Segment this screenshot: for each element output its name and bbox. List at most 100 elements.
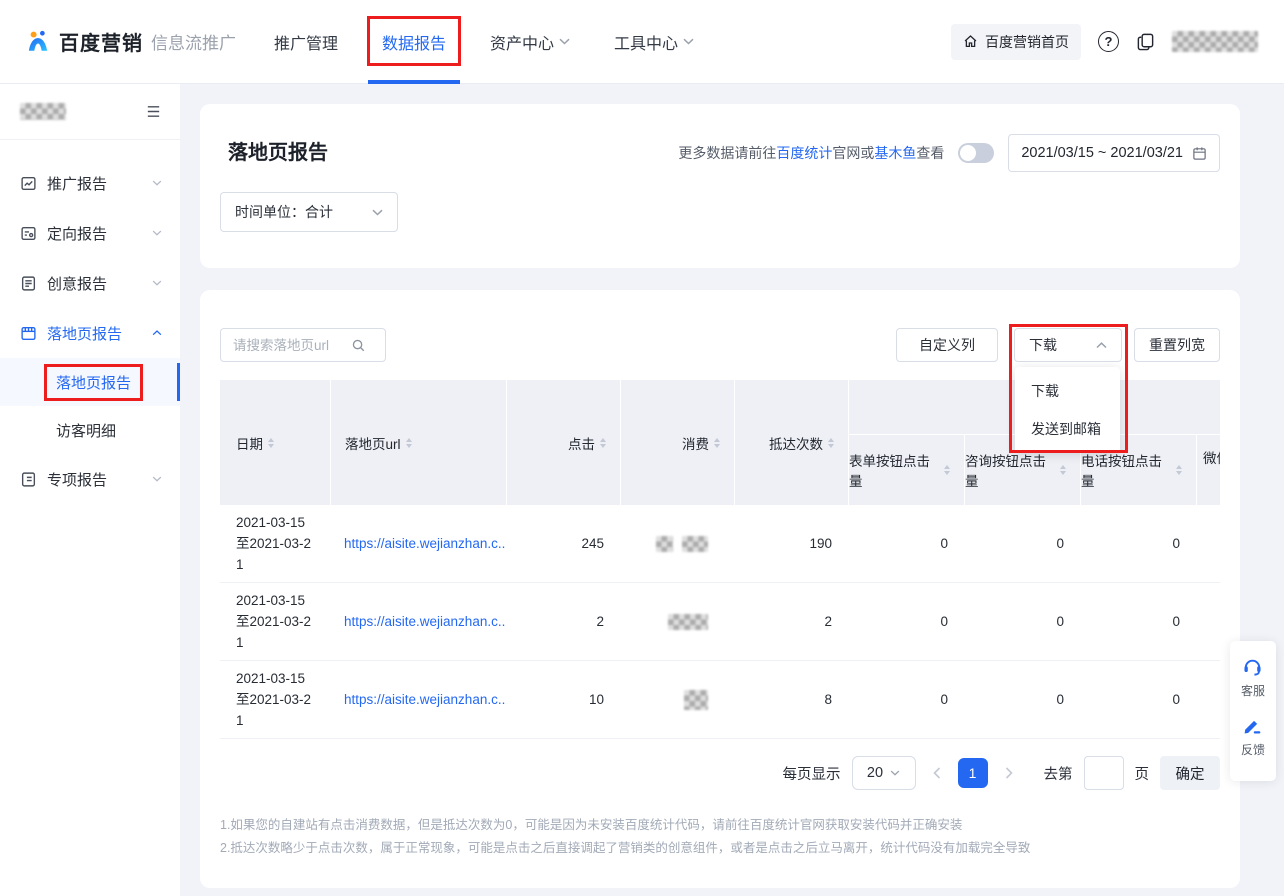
prev-page-button[interactable] xyxy=(927,767,947,779)
cell-clicks: 245 xyxy=(506,536,620,551)
more-data-notice: 更多数据请前往百度统计官网或基木鱼查看 xyxy=(678,143,944,163)
customer-service-button[interactable]: 客服 xyxy=(1241,654,1265,699)
page-unit-label: 页 xyxy=(1135,763,1150,784)
table-row: 2021-03-15至2021-03-21 https://aisite.wej… xyxy=(220,505,1220,583)
headset-icon xyxy=(1241,654,1264,677)
page-title: 落地页报告 xyxy=(228,136,328,165)
data-source-toggle[interactable] xyxy=(958,143,994,163)
chevron-down-icon xyxy=(152,230,162,236)
marketing-home-button[interactable]: 百度营销首页 xyxy=(951,24,1081,60)
sidebar: 推广报告 定向报告 创意报告 xyxy=(0,84,180,896)
sidebar-item-promotion-report[interactable]: 推广报告 xyxy=(0,158,180,208)
cell-url-link[interactable]: https://aisite.wejianzhan.c... xyxy=(330,692,506,707)
cell-cost-masked xyxy=(620,536,734,552)
report-header-card: 落地页报告 更多数据请前往百度统计官网或基木鱼查看 2021/03/15 ~ 2… xyxy=(200,104,1240,268)
sidebar-item-landing-report[interactable]: 落地页报告 xyxy=(0,308,180,358)
landing-report-icon xyxy=(20,325,37,342)
cell-form-clicks: 0 xyxy=(848,536,964,551)
customize-columns-button[interactable]: 自定义列 xyxy=(896,328,998,362)
cell-date: 2021-03-15至2021-03-21 xyxy=(220,512,330,575)
masked-value xyxy=(684,690,708,710)
cell-phone-clicks: 0 xyxy=(1080,614,1196,629)
cell-clicks: 2 xyxy=(506,614,620,629)
sidebar-subitem-landing-report[interactable]: 落地页报告 xyxy=(0,358,180,406)
cell-cost-masked xyxy=(620,614,734,630)
masked-value xyxy=(656,536,673,552)
current-page-button[interactable]: 1 xyxy=(958,758,988,788)
confirm-button[interactable]: 确定 xyxy=(1160,756,1220,790)
baidu-tongji-link[interactable]: 百度统计 xyxy=(776,145,832,161)
promotion-report-icon xyxy=(20,175,37,192)
time-unit-select[interactable]: 时间单位：合计 xyxy=(220,192,398,232)
sort-icon xyxy=(406,438,412,448)
download-menu-item-download[interactable]: 下载 xyxy=(1015,372,1120,410)
masked-value xyxy=(668,614,708,630)
username-masked[interactable] xyxy=(1172,31,1258,52)
column-header-clicks[interactable]: 点击 xyxy=(506,380,620,505)
nav-item-promotion-manage[interactable]: 推广管理 xyxy=(274,30,338,54)
sidebar-item-creative-report[interactable]: 创意报告 xyxy=(0,258,180,308)
sidebar-subitem-visitor-detail[interactable]: 访客明细 xyxy=(0,406,180,454)
cell-phone-clicks: 0 xyxy=(1080,536,1196,551)
cell-arrivals: 8 xyxy=(734,692,848,707)
cell-consult-clicks: 0 xyxy=(964,692,1080,707)
column-header-cost[interactable]: 消费 xyxy=(620,380,734,505)
sidebar-account-row xyxy=(0,84,180,140)
column-header-arrivals[interactable]: 抵达次数 xyxy=(734,380,848,505)
search-icon[interactable] xyxy=(351,338,366,353)
brand: 百度营销 信息流推广 xyxy=(24,27,236,56)
jimuyu-link[interactable]: 基木鱼 xyxy=(874,145,916,161)
reset-column-width-button[interactable]: 重置列宽 xyxy=(1134,328,1220,362)
targeting-report-icon xyxy=(20,225,37,242)
cell-arrivals: 2 xyxy=(734,614,848,629)
cell-url-link[interactable]: https://aisite.wejianzhan.c... xyxy=(330,614,506,629)
chevron-down-icon xyxy=(152,180,162,186)
download-button[interactable]: 下载 xyxy=(1014,328,1122,362)
chevron-down-icon xyxy=(683,38,694,45)
cell-date: 2021-03-15至2021-03-21 xyxy=(220,590,330,653)
url-search-input[interactable] xyxy=(233,338,351,353)
chevron-down-icon xyxy=(152,280,162,286)
next-page-button[interactable] xyxy=(999,767,1019,779)
account-name-masked xyxy=(20,103,66,120)
note-line-2: 2.抵达次数略少于点击次数，属于正常现象，可能是点击之后直接调起了营销类的创意组… xyxy=(220,837,1030,860)
brand-name: 百度营销 xyxy=(59,27,143,56)
cell-date: 2021-03-15至2021-03-21 xyxy=(220,668,330,731)
brand-product: 信息流推广 xyxy=(151,29,236,54)
per-page-label: 每页显示 xyxy=(783,763,841,784)
cell-clicks: 10 xyxy=(506,692,620,707)
download-menu-item-email[interactable]: 发送到邮箱 xyxy=(1015,410,1120,448)
sort-icon xyxy=(268,438,274,448)
nav-item-tool-center[interactable]: 工具中心 xyxy=(614,30,694,54)
sort-icon xyxy=(1060,465,1066,475)
nav-item-data-report[interactable]: 数据报告 xyxy=(382,30,446,54)
special-report-icon xyxy=(20,471,37,488)
column-header-date[interactable]: 日期 xyxy=(220,380,330,505)
active-indicator-bar xyxy=(177,363,180,401)
collapse-sidebar-icon[interactable] xyxy=(145,103,162,120)
cell-url-link[interactable]: https://aisite.wejianzhan.c... xyxy=(330,536,506,551)
chevron-down-icon xyxy=(890,770,900,776)
chevron-down-icon xyxy=(372,209,383,216)
help-icon[interactable]: ? xyxy=(1098,31,1119,52)
creative-report-icon xyxy=(20,275,37,292)
column-header-wechat-clicks[interactable]: 微信按钮点击量 xyxy=(1196,435,1220,505)
date-range-picker[interactable]: 2021/03/15 ~ 2021/03/21 xyxy=(1008,134,1220,172)
column-header-url[interactable]: 落地页url xyxy=(330,380,506,505)
table-row: 2021-03-15至2021-03-21 https://aisite.wej… xyxy=(220,583,1220,661)
column-header-form-clicks[interactable]: 表单按钮点击量 xyxy=(848,435,964,505)
copy-pages-icon[interactable] xyxy=(1136,32,1155,51)
feedback-button[interactable]: 反馈 xyxy=(1241,715,1265,758)
sort-icon xyxy=(714,438,720,448)
pencil-icon xyxy=(1242,715,1263,736)
table-row: 2021-03-15至2021-03-21 https://aisite.wej… xyxy=(220,661,1220,739)
sidebar-item-targeting-report[interactable]: 定向报告 xyxy=(0,208,180,258)
top-navbar: 百度营销 信息流推广 推广管理 数据报告 资产中心 工具中心 xyxy=(0,0,1284,84)
nav-item-asset-center[interactable]: 资产中心 xyxy=(490,30,570,54)
goto-page-input[interactable] xyxy=(1084,756,1124,790)
calendar-icon xyxy=(1192,146,1207,161)
cell-form-clicks: 0 xyxy=(848,614,964,629)
sidebar-item-special-report[interactable]: 专项报告 xyxy=(0,454,180,504)
masked-value xyxy=(682,536,708,552)
per-page-select[interactable]: 20 xyxy=(852,756,916,790)
